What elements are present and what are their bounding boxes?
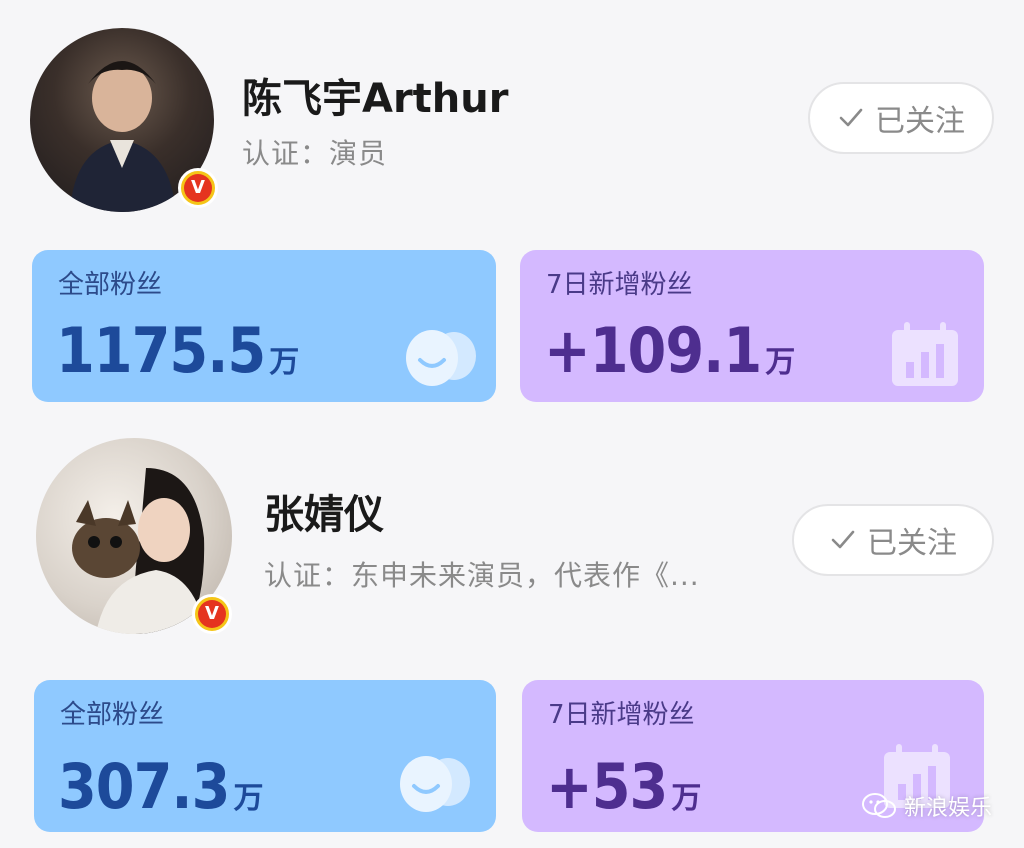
profile-name[interactable]: 陈飞宇Arthur [242,66,508,124]
check-icon [831,530,855,549]
certification-text: 认证：演员 [242,137,388,170]
total-fans-value: 307.3 万 [58,750,264,823]
wechat-icon [861,793,896,818]
followed-button[interactable]: 已关注 [808,82,994,154]
calendar-chart-icon [892,322,958,386]
source-watermark: 新浪娱乐 [861,790,992,822]
new-fans-label: 7日新增粉丝 [546,270,693,300]
total-fans-card[interactable]: 全部粉丝 1175.5 万 [32,250,496,402]
new-fans-value: +109.1 万 [544,314,796,387]
fans-icon [400,756,470,812]
watermark-text: 新浪娱乐 [903,796,992,821]
followed-label: 已关注 [867,526,957,561]
fans-icon [406,330,476,386]
new-fans-card[interactable]: 7日新增粉丝 +109.1 万 [520,250,984,402]
profile-name[interactable]: 张婧仪 [264,482,384,540]
total-fans-value: 1175.5 万 [56,314,300,387]
total-fans-label: 全部粉丝 [58,270,163,300]
new-fans-label: 7日新增粉丝 [548,700,695,730]
new-fans-value: +53 万 [546,750,702,823]
total-fans-card[interactable]: 全部粉丝 307.3 万 [34,680,496,832]
check-icon [839,108,863,127]
verified-v-icon: V [192,594,232,634]
followed-button[interactable]: 已关注 [792,504,994,576]
followed-label: 已关注 [875,104,965,139]
total-fans-label: 全部粉丝 [60,700,165,730]
verified-v-icon: V [178,168,218,208]
certification-text: 认证：东申未来演员，代表作《... [264,559,700,592]
